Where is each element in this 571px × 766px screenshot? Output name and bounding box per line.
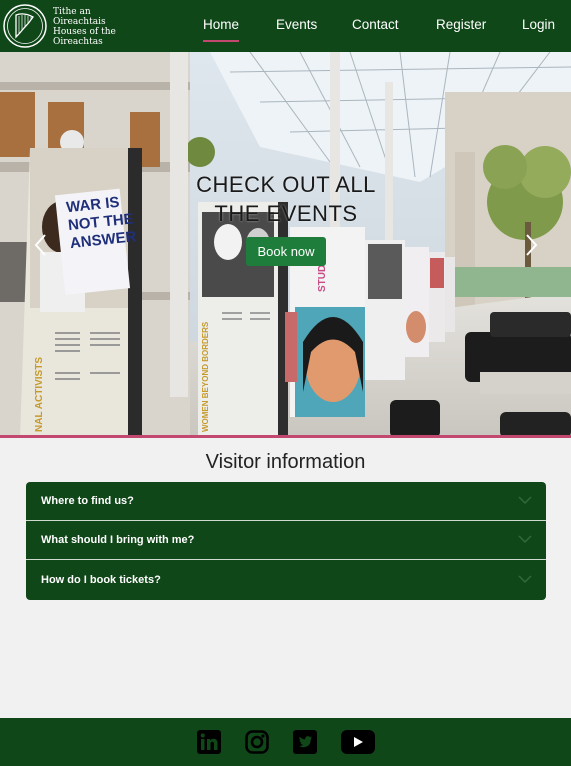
nav-register[interactable]: Register [436, 16, 486, 34]
hero-title-line-1: CHECK OUT ALL [196, 172, 376, 197]
poster-side-text-2: WOMEN BEYOND BORDERS [201, 321, 210, 432]
hero-title: CHECK OUT ALL THE EVENTS [186, 170, 386, 228]
hero-carousel: WAR IS NOT THE ANSWER NAL ACTIVISTS WOME… [0, 52, 571, 438]
chevron-left-icon[interactable] [30, 230, 52, 260]
poster-side-text-1: NAL ACTIVISTS [34, 357, 45, 432]
harp-emblem-icon [3, 4, 47, 48]
instagram-icon[interactable] [245, 730, 269, 754]
chevron-down-icon [518, 496, 532, 505]
linkedin-icon[interactable] [197, 730, 221, 754]
accordion-label: Where to find us? [41, 495, 134, 507]
footer [0, 718, 571, 766]
logo-text: Tithe an Oireachtais Houses of the Oirea… [53, 7, 116, 47]
chevron-down-icon [518, 535, 532, 544]
visitor-info-accordion: Where to find us? What should I bring wi… [26, 482, 546, 600]
logo-line-english-2: Oireachtas [53, 37, 103, 47]
accordion-item-what-to-bring[interactable]: What should I bring with me? [26, 521, 546, 560]
nav-events[interactable]: Events [276, 16, 317, 34]
accordion-label: What should I bring with me? [41, 534, 195, 546]
logo-line-english-1: Houses of the [53, 27, 116, 37]
youtube-icon[interactable] [341, 730, 375, 754]
chevron-right-icon[interactable] [520, 230, 542, 260]
accordion-label: How do I book tickets? [41, 574, 161, 586]
hero-title-line-2: THE EVENTS [214, 201, 358, 226]
logo-line-irish-1: Tithe an [53, 7, 91, 17]
oireachtas-logo[interactable]: Tithe an Oireachtais Houses of the Oirea… [2, 3, 122, 49]
book-now-button[interactable]: Book now [246, 237, 326, 266]
nav-login[interactable]: Login [522, 16, 555, 34]
accordion-item-book-tickets[interactable]: How do I book tickets? [26, 561, 546, 600]
accordion-item-find-us[interactable]: Where to find us? [26, 482, 546, 521]
nav-home[interactable]: Home [203, 16, 240, 42]
twitter-icon[interactable] [293, 730, 317, 754]
nav-contact[interactable]: Contact [352, 16, 399, 34]
logo-line-irish-2: Oireachtais [53, 17, 106, 27]
chevron-down-icon [518, 575, 532, 584]
visitor-info-title: Visitor information [205, 451, 366, 473]
navbar: Tithe an Oireachtais Houses of the Oirea… [0, 0, 571, 52]
